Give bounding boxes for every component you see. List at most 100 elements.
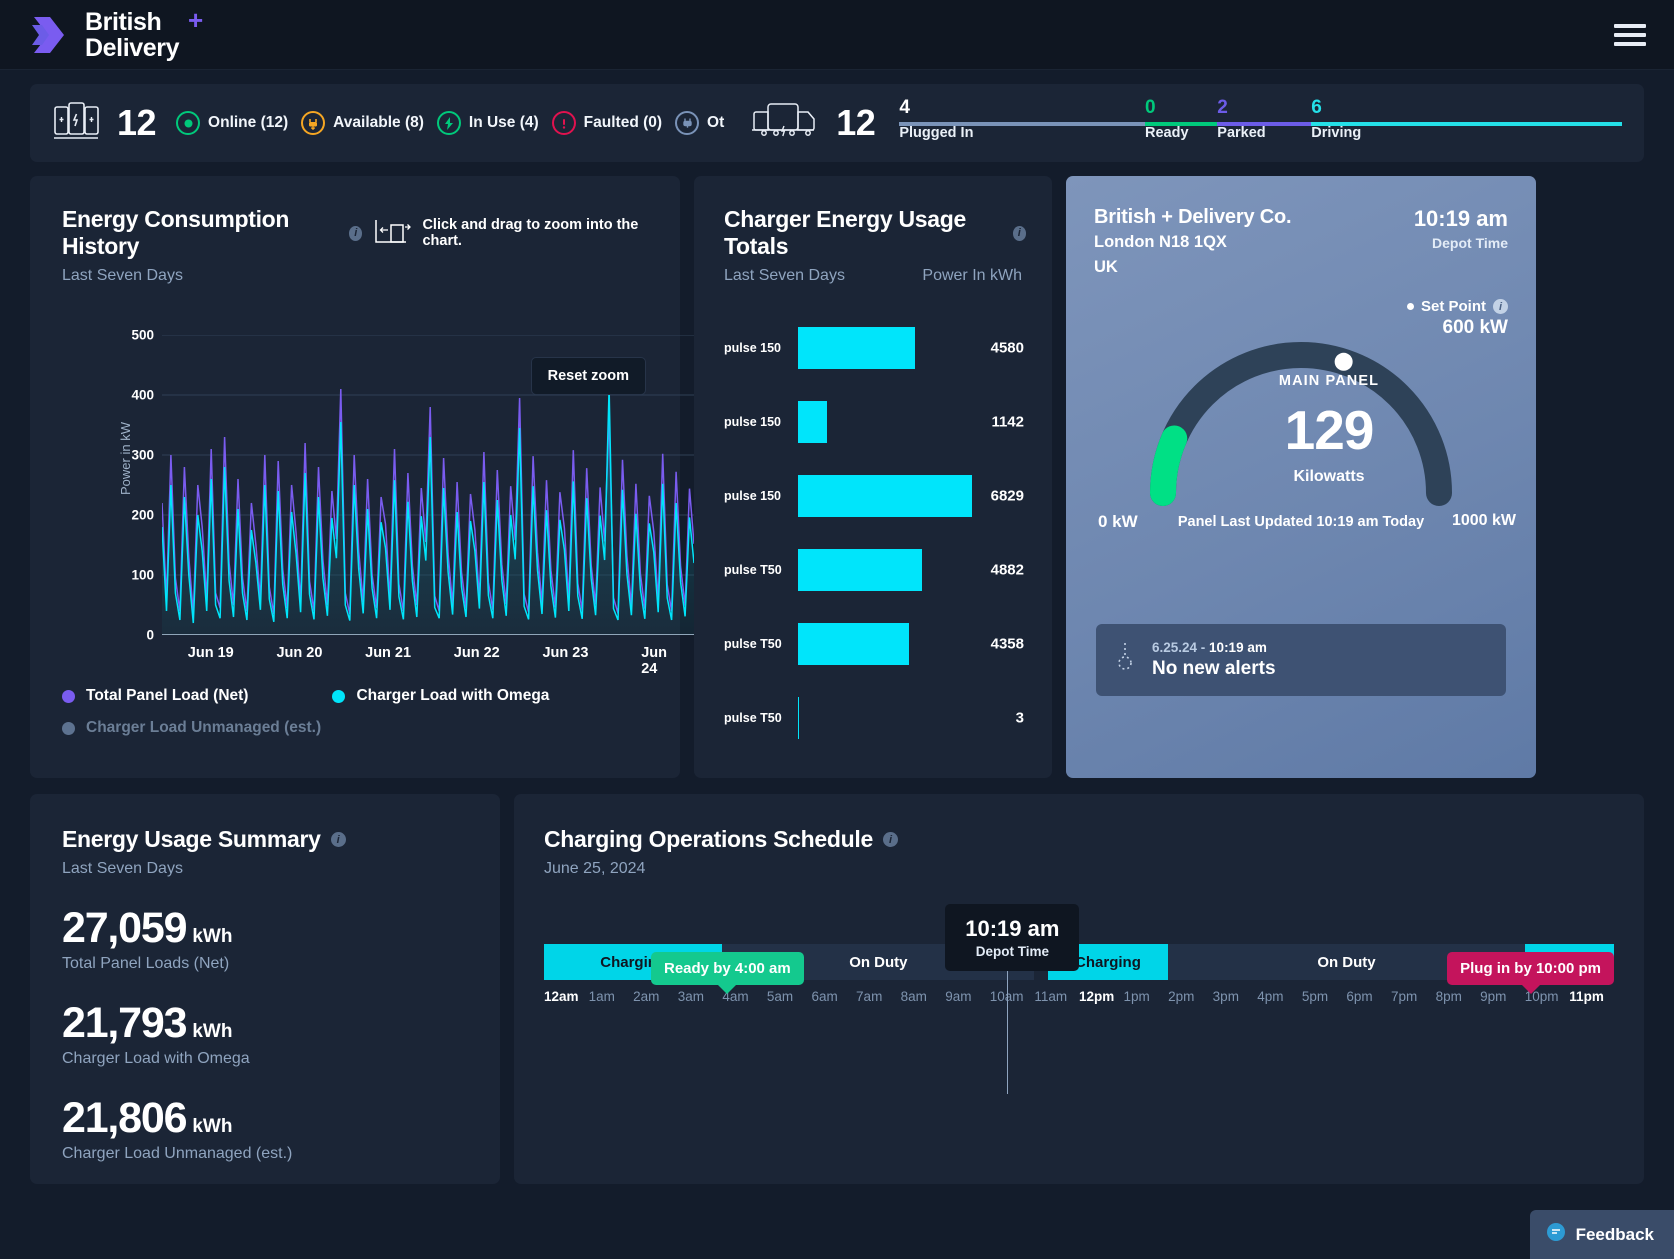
schedule-hour-label: 1pm xyxy=(1123,989,1150,1004)
charger-energy-totals-card: Charger Energy Usage Totals i Last Seven… xyxy=(694,176,1052,778)
charger-bar-value: 4882 xyxy=(990,561,1024,579)
charger-stack-icon xyxy=(52,100,100,147)
schedule-hour-label: 8pm xyxy=(1435,989,1462,1004)
charger-bar-row[interactable]: pulse T50 4358 xyxy=(724,607,1024,681)
schedule-hour-label: 5pm xyxy=(1301,989,1329,1004)
set-point-dot-icon xyxy=(1406,303,1414,310)
vehicle-segment-count: 0 xyxy=(1145,97,1156,118)
metric-unit: kWh xyxy=(192,926,233,947)
legend-item[interactable]: Charger Load Unmanaged (est.) xyxy=(62,719,321,737)
hamburger-menu-icon[interactable] xyxy=(1608,18,1652,52)
charger-bar-track: 4580 xyxy=(798,327,1024,369)
depot-address-line-2: UK xyxy=(1094,257,1118,276)
info-icon[interactable]: i xyxy=(330,832,346,847)
info-icon[interactable]: i xyxy=(349,225,363,241)
status-in-use[interactable]: In Use (4) xyxy=(436,111,539,135)
x-axis-tick: Jun 20 xyxy=(276,645,323,661)
info-icon[interactable]: i xyxy=(1493,299,1508,314)
metric-value: 27,059 xyxy=(62,904,188,952)
vehicle-status-breakdown: 4 Plugged In 0 Ready 2 Parked 6 Driving xyxy=(899,97,1622,149)
metric-label: Charger Load Unmanaged (est.) xyxy=(62,1145,293,1162)
charger-bar-row[interactable]: pulse T50 3 xyxy=(724,681,1024,755)
gauge-name-label: MAIN PANEL xyxy=(1278,373,1380,389)
reset-zoom-button[interactable]: Reset zoom xyxy=(530,357,646,395)
charger-bar-label: pulse 150 xyxy=(724,341,781,355)
legend-label: Charger Load Unmanaged (est.) xyxy=(86,719,322,736)
vehicle-segment-count: 4 xyxy=(899,97,910,118)
charger-bar-label: pulse T50 xyxy=(724,563,782,577)
brand-plus: + xyxy=(188,4,203,35)
energy-usage-summary-card: Energy Usage Summary i Last Seven Days 2… xyxy=(30,794,500,1184)
charger-totals-subtitle: Last Seven Days xyxy=(724,267,845,284)
vehicle-segment-label: Parked xyxy=(1217,125,1266,141)
status-online-label: Online (12) xyxy=(208,114,289,131)
status-available[interactable]: Available (8) xyxy=(301,111,424,135)
charger-bar-fill xyxy=(798,401,828,443)
current-time-value: 10:19 am xyxy=(965,916,1060,941)
charger-bar-row[interactable]: pulse T50 4882 xyxy=(724,533,1024,607)
status-other[interactable]: Ot xyxy=(675,111,724,135)
charger-bar-fill xyxy=(798,623,910,665)
alert-exclaim-icon xyxy=(551,111,576,135)
legend-dot-icon xyxy=(332,689,346,703)
y-axis-tick: 400 xyxy=(131,387,154,403)
schedule-hour-label: 10am xyxy=(990,989,1035,1004)
status-online[interactable]: Online (12) xyxy=(176,111,288,135)
status-faulted[interactable]: Faulted (0) xyxy=(551,111,662,135)
schedule-hour-label: 5am xyxy=(766,989,794,1004)
charger-bar-row[interactable]: pulse 150 1142 xyxy=(724,385,1024,459)
gauge-unit-label: Kilowatts xyxy=(1293,468,1365,485)
charger-bar-value: 1142 xyxy=(991,413,1024,431)
vehicle-segment-count: 6 xyxy=(1311,97,1322,118)
usage-summary-subtitle: Last Seven Days xyxy=(62,860,183,877)
x-axis-tick: Jun 24 xyxy=(641,645,667,677)
ready-by-pill: Ready by 4:00 am xyxy=(651,952,804,985)
brand-name: British Delivery + xyxy=(85,6,203,61)
charger-bar-track: 3 xyxy=(798,697,1024,739)
schedule-timeline[interactable]: Ready by 4:00 am Plug in by 10:00 pm 10:… xyxy=(544,904,1614,1094)
schedule-hour-label: 11am xyxy=(1034,989,1068,1004)
legend-item[interactable]: Charger Load with Omega xyxy=(332,687,549,705)
online-circle-icon xyxy=(176,111,201,135)
metric-value: 21,793 xyxy=(62,999,188,1047)
y-axis-tick: 200 xyxy=(131,507,154,523)
metric-label: Total Panel Loads (Net) xyxy=(62,955,230,972)
metric-value: 21,806 xyxy=(62,1094,188,1142)
schedule-hour-label: 3pm xyxy=(1212,989,1239,1004)
energy-chart[interactable]: Power in kW 0 100 200 300 400 500 Jun 19 Jun 2… xyxy=(62,328,695,677)
usage-metric: 21,806 kWh Charger Load Unmanaged (est.) xyxy=(62,1094,470,1163)
plug-in-by-pill: Plug in by 10:00 pm xyxy=(1447,952,1614,985)
schedule-hour-label: 7am xyxy=(856,989,883,1004)
charger-bar-list: pulse 150 4580 pulse 150 1142 pulse 150 6829 p… xyxy=(724,311,1026,755)
usage-metric: 21,793 kWh Charger Load with Omega xyxy=(62,999,470,1068)
alert-bell-icon xyxy=(1114,641,1136,680)
current-time-label: Depot Time xyxy=(975,944,1049,959)
schedule-hour-label: 8am xyxy=(900,989,927,1004)
info-icon[interactable]: i xyxy=(1012,225,1026,241)
alert-box[interactable]: 6.25.24 - 10:19 am No new alerts xyxy=(1096,624,1506,696)
panel-updated-prefix: Panel Last Updated xyxy=(1177,514,1317,530)
charger-status-group: 12 xyxy=(52,100,157,147)
depot-time-value: 10:19 am xyxy=(1413,206,1508,231)
charger-bar-row[interactable]: pulse 150 6829 xyxy=(724,459,1024,533)
current-time-marker: 10:19 am Depot Time xyxy=(945,904,1080,971)
schedule-hour-label: 9am xyxy=(945,989,972,1004)
brand-logo[interactable]: British Delivery + xyxy=(30,6,203,61)
status-available-label: Available (8) xyxy=(333,114,424,131)
legend-item[interactable]: Total Panel Load (Net) xyxy=(62,687,248,705)
depot-address-line-1: London N18 1QX xyxy=(1094,233,1227,251)
x-axis-tick: Jun 19 xyxy=(187,645,234,661)
schedule-hour-label: 12am xyxy=(544,989,579,1004)
schedule-hour-label: 12pm xyxy=(1078,989,1115,1004)
info-icon[interactable]: i xyxy=(883,832,898,847)
feedback-button[interactable]: Feedback xyxy=(1529,1210,1674,1259)
x-axis-tick: Jun 22 xyxy=(453,645,500,661)
main-panel-gauge-card: British + Delivery Co. London N18 1QX UK… xyxy=(1066,176,1536,778)
bolt-icon xyxy=(436,111,461,135)
brand-line-1: British xyxy=(85,7,162,36)
charger-bar-fill xyxy=(798,327,915,369)
charger-bar-row[interactable]: pulse 150 4580 xyxy=(724,311,1024,385)
charger-bar-value: 6829 xyxy=(990,487,1024,505)
legend-dot-icon xyxy=(62,689,75,703)
y-axis-tick: 300 xyxy=(131,447,154,463)
